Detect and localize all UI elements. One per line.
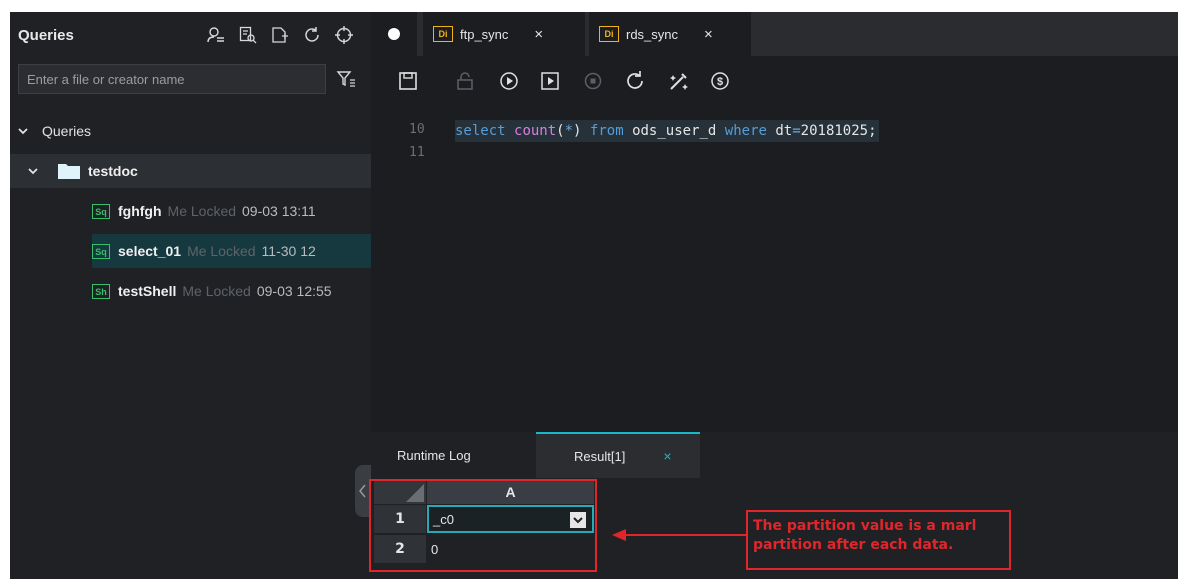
data-integration-icon: Di [599,26,619,42]
cost-estimate-icon[interactable]: $ [709,70,731,92]
file-timestamp: 11-30 12 [261,243,316,259]
code-identifier: ods_user_d [632,123,725,139]
user-filter-icon[interactable] [207,26,225,44]
tab-runtime-log[interactable]: Runtime Log [397,432,471,478]
code-keyword: select [455,123,515,139]
code-editor[interactable]: 10 11 select count(*) from ods_user_d wh… [371,106,1178,432]
save-icon[interactable] [397,70,419,92]
chevron-down-icon [26,164,40,178]
locate-icon[interactable] [335,26,353,44]
folder-label: testdoc [88,163,138,179]
chevron-down-icon [16,124,30,138]
annotation-highlight-box [369,479,597,572]
editor-tabs: Di ftp_sync × Di rds_sync × [371,12,1178,56]
svg-text:$: $ [717,76,723,88]
tab-result-1[interactable]: Result[1] × [536,432,700,478]
close-tab-button[interactable]: × [704,26,713,43]
run-with-params-icon[interactable] [539,70,561,92]
close-tab-button[interactable]: × [534,26,543,43]
result-tabs: Runtime Log Result[1] × [371,432,1178,478]
file-timestamp: 09-03 13:11 [242,203,316,219]
tab-label: rds_sync [626,26,679,42]
file-name: select_01 [118,243,182,259]
line-number: 11 [409,145,425,160]
file-item-selected[interactable]: Sq select_01 Me Locked 11-30 12 [92,234,371,268]
code-identifier: dt [775,123,793,139]
search-box [18,64,326,94]
file-lock-status: Me Locked [187,243,256,259]
new-file-icon[interactable] [271,26,289,44]
tab-label: ftp_sync [460,26,509,42]
tab-unsaved-current[interactable] [371,12,417,56]
unsaved-dot-icon [388,28,400,40]
search-files-icon[interactable] [239,26,257,44]
sidebar-header: Queries [10,12,371,62]
file-name: fghfgh [118,203,162,219]
sql-file-icon: Sq [92,203,110,219]
code-operator: * [564,123,574,139]
close-tab-button[interactable]: × [663,448,671,464]
app-window: Queries Enter a file or creator name Que… [0,0,1178,579]
tab-rds-sync[interactable]: Di rds_sync × [589,12,751,56]
file-timestamp: 09-03 12:55 [256,283,332,299]
annotation-callout: The partition value is a marl partition … [746,510,1011,570]
format-code-icon[interactable] [668,70,690,92]
annotation-arrow-icon [612,529,746,541]
filter-icon[interactable] [336,69,356,89]
stop-icon[interactable] [582,70,604,92]
sidebar-toolbar [207,26,353,44]
editor-toolbar: $ [371,56,1178,106]
file-name: testShell [118,283,177,299]
sidebar-title: Queries [18,27,74,44]
sql-file-icon: Sq [92,243,110,259]
file-lock-status: Me Locked [167,203,237,219]
tree-root-queries[interactable]: Queries [10,114,371,148]
tab-label: Result[1] [574,448,626,464]
line-number: 10 [409,122,425,137]
tree-root-label: Queries [42,123,92,139]
code-punct: ( [556,123,565,139]
reload-icon[interactable] [624,70,646,92]
file-lock-status: Me Locked [182,283,251,299]
code-keyword: where [724,123,776,139]
code-function: count [514,123,557,139]
search-input[interactable] [19,65,325,93]
data-integration-icon: Di [433,26,453,42]
run-icon[interactable] [498,70,520,92]
code-line-sql: select count(*) from ods_user_d where dt… [455,120,879,142]
refresh-icon[interactable] [303,26,321,44]
file-item[interactable]: Sh testShell Me Locked 09-03 12:55 [10,274,371,308]
folder-icon [58,163,80,179]
tree-folder-testdoc[interactable]: testdoc [10,154,371,188]
tab-label: Runtime Log [397,447,471,463]
sidebar: Queries Enter a file or creator name Que… [10,12,371,579]
code-punct: ) [573,123,590,139]
shell-file-icon: Sh [92,283,110,299]
code-operator: = [792,123,801,139]
search-row [18,64,363,94]
file-item[interactable]: Sq fghfgh Me Locked 09-03 13:11 [10,194,371,228]
tab-ftp-sync[interactable]: Di ftp_sync × [423,12,585,56]
code-literal: 20181025; [800,123,877,139]
code-keyword: from [589,123,633,139]
lock-icon[interactable] [454,70,476,92]
